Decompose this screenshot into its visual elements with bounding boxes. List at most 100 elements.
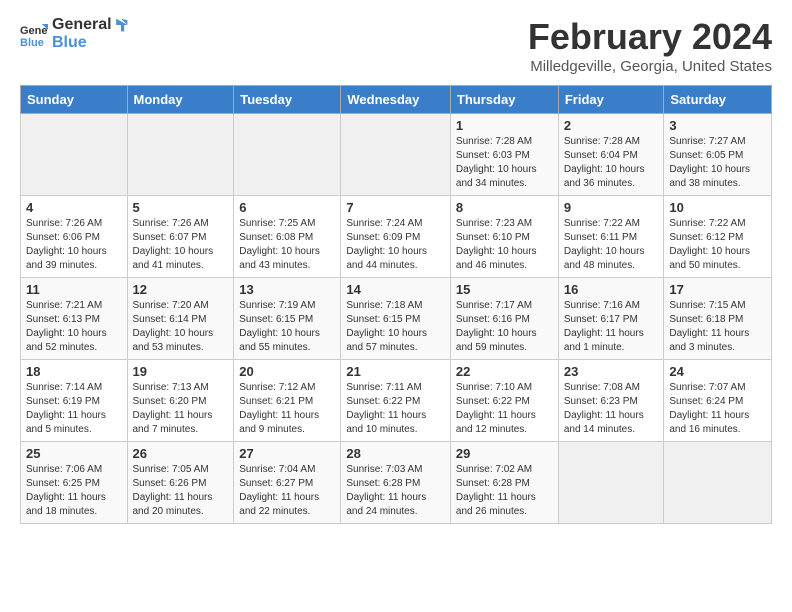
logo: General Blue General Blue (20, 16, 129, 51)
main-title: February 2024 (528, 16, 772, 58)
logo-icon: General Blue (20, 20, 48, 48)
day-info: Sunrise: 7:23 AM Sunset: 6:10 PM Dayligh… (456, 217, 553, 273)
calendar-cell: 13 Sunrise: 7:19 AM Sunset: 6:15 PM Dayli… (234, 278, 341, 360)
day-info: Sunrise: 7:26 AM Sunset: 6:07 PM Dayligh… (133, 217, 229, 273)
day-number: 10 (669, 200, 766, 215)
day-info: Sunrise: 7:21 AM Sunset: 6:13 PM Dayligh… (26, 299, 122, 355)
header: General Blue General Blue February 2024 … (20, 16, 772, 75)
day-number: 8 (456, 200, 553, 215)
logo-blue: Blue (52, 34, 129, 52)
day-info: Sunrise: 7:19 AM Sunset: 6:15 PM Dayligh… (239, 299, 335, 355)
day-header-wednesday: Wednesday (341, 86, 451, 114)
day-number: 3 (669, 118, 766, 133)
calendar-cell (664, 442, 772, 524)
calendar-cell: 1 Sunrise: 7:28 AM Sunset: 6:03 PM Daylig… (450, 114, 558, 196)
day-number: 28 (346, 446, 445, 461)
day-number: 9 (564, 200, 659, 215)
subtitle: Milledgeville, Georgia, United States (528, 58, 772, 75)
day-info: Sunrise: 7:28 AM Sunset: 6:04 PM Dayligh… (564, 135, 659, 191)
day-header-friday: Friday (558, 86, 664, 114)
calendar-cell: 17Sunrise: 7:15 AM Sunset: 6:18 PM Dayli… (664, 278, 772, 360)
calendar-cell: 9 Sunrise: 7:22 AM Sunset: 6:11 PM Daylig… (558, 196, 664, 278)
day-info: Sunrise: 7:02 AM Sunset: 6:28 PM Dayligh… (456, 463, 553, 519)
svg-text:General: General (20, 25, 48, 37)
day-number: 2 (564, 118, 659, 133)
day-number: 5 (133, 200, 229, 215)
day-info: Sunrise: 7:04 AM Sunset: 6:27 PM Dayligh… (239, 463, 335, 519)
calendar-cell: 11 Sunrise: 7:21 AM Sunset: 6:13 PM Dayli… (21, 278, 128, 360)
calendar-cell: 18 Sunrise: 7:14 AM Sunset: 6:19 PM Dayli… (21, 360, 128, 442)
calendar-cell: 16 Sunrise: 7:16 AM Sunset: 6:17 PM Dayli… (558, 278, 664, 360)
calendar-cell: 25 Sunrise: 7:06 AM Sunset: 6:25 PM Dayli… (21, 442, 128, 524)
day-info: Sunrise: 7:15 AM Sunset: 6:18 PM Dayligh… (669, 299, 766, 355)
day-info: Sunrise: 7:05 AM Sunset: 6:26 PM Dayligh… (133, 463, 229, 519)
day-number: 29 (456, 446, 553, 461)
day-number: 12 (133, 282, 229, 297)
calendar-cell (127, 114, 234, 196)
day-info: Sunrise: 7:11 AM Sunset: 6:22 PM Dayligh… (346, 381, 445, 437)
day-number: 1 (456, 118, 553, 133)
day-info: Sunrise: 7:07 AM Sunset: 6:24 PM Dayligh… (669, 381, 766, 437)
day-number: 7 (346, 200, 445, 215)
day-info: Sunrise: 7:17 AM Sunset: 6:16 PM Dayligh… (456, 299, 553, 355)
calendar-cell: 26 Sunrise: 7:05 AM Sunset: 6:26 PM Dayli… (127, 442, 234, 524)
day-header-saturday: Saturday (664, 86, 772, 114)
day-info: Sunrise: 7:14 AM Sunset: 6:19 PM Dayligh… (26, 381, 122, 437)
day-header-sunday: Sunday (21, 86, 128, 114)
day-number: 26 (133, 446, 229, 461)
calendar-cell: 15 Sunrise: 7:17 AM Sunset: 6:16 PM Dayli… (450, 278, 558, 360)
day-number: 13 (239, 282, 335, 297)
day-number: 21 (346, 364, 445, 379)
day-info: Sunrise: 7:24 AM Sunset: 6:09 PM Dayligh… (346, 217, 445, 273)
svg-text:Blue: Blue (20, 37, 44, 48)
day-info: Sunrise: 7:03 AM Sunset: 6:28 PM Dayligh… (346, 463, 445, 519)
day-number: 22 (456, 364, 553, 379)
day-number: 27 (239, 446, 335, 461)
calendar-cell: 7 Sunrise: 7:24 AM Sunset: 6:09 PM Daylig… (341, 196, 451, 278)
day-number: 4 (26, 200, 122, 215)
day-number: 24 (669, 364, 766, 379)
calendar-cell: 10Sunrise: 7:22 AM Sunset: 6:12 PM Dayli… (664, 196, 772, 278)
day-number: 6 (239, 200, 335, 215)
calendar-cell: 20Sunrise: 7:12 AM Sunset: 6:21 PM Dayli… (234, 360, 341, 442)
day-number: 18 (26, 364, 122, 379)
day-header-tuesday: Tuesday (234, 86, 341, 114)
calendar-cell: 29 Sunrise: 7:02 AM Sunset: 6:28 PM Dayli… (450, 442, 558, 524)
calendar-cell: 4 Sunrise: 7:26 AM Sunset: 6:06 PM Daylig… (21, 196, 128, 278)
day-info: Sunrise: 7:13 AM Sunset: 6:20 PM Dayligh… (133, 381, 229, 437)
calendar-cell: 21 Sunrise: 7:11 AM Sunset: 6:22 PM Dayli… (341, 360, 451, 442)
day-number: 19 (133, 364, 229, 379)
calendar-cell: 24 Sunrise: 7:07 AM Sunset: 6:24 PM Dayli… (664, 360, 772, 442)
day-info: Sunrise: 7:28 AM Sunset: 6:03 PM Dayligh… (456, 135, 553, 191)
day-info: Sunrise: 7:18 AM Sunset: 6:15 PM Dayligh… (346, 299, 445, 355)
day-info: Sunrise: 7:22 AM Sunset: 6:11 PM Dayligh… (564, 217, 659, 273)
calendar-cell (341, 114, 451, 196)
day-header-thursday: Thursday (450, 86, 558, 114)
day-number: 25 (26, 446, 122, 461)
day-number: 11 (26, 282, 122, 297)
calendar-cell: 27 Sunrise: 7:04 AM Sunset: 6:27 PM Dayli… (234, 442, 341, 524)
day-info: Sunrise: 7:26 AM Sunset: 6:06 PM Dayligh… (26, 217, 122, 273)
title-area: February 2024 Milledgeville, Georgia, Un… (528, 16, 772, 75)
day-info: Sunrise: 7:08 AM Sunset: 6:23 PM Dayligh… (564, 381, 659, 437)
logo-general: General (52, 16, 112, 33)
logo-arrow-icon (113, 17, 129, 33)
calendar-cell: 22Sunrise: 7:10 AM Sunset: 6:22 PM Dayli… (450, 360, 558, 442)
calendar-cell: 5 Sunrise: 7:26 AM Sunset: 6:07 PM Daylig… (127, 196, 234, 278)
calendar-cell: 28 Sunrise: 7:03 AM Sunset: 6:28 PM Dayli… (341, 442, 451, 524)
calendar-cell: 8 Sunrise: 7:23 AM Sunset: 6:10 PM Daylig… (450, 196, 558, 278)
calendar-cell: 19 Sunrise: 7:13 AM Sunset: 6:20 PM Dayli… (127, 360, 234, 442)
day-info: Sunrise: 7:25 AM Sunset: 6:08 PM Dayligh… (239, 217, 335, 273)
day-number: 20 (239, 364, 335, 379)
day-info: Sunrise: 7:16 AM Sunset: 6:17 PM Dayligh… (564, 299, 659, 355)
calendar-cell: 3Sunrise: 7:27 AM Sunset: 6:05 PM Daylig… (664, 114, 772, 196)
calendar-cell: 2 Sunrise: 7:28 AM Sunset: 6:04 PM Daylig… (558, 114, 664, 196)
calendar-cell: 14Sunrise: 7:18 AM Sunset: 6:15 PM Dayli… (341, 278, 451, 360)
calendar-cell (234, 114, 341, 196)
calendar-table: SundayMondayTuesdayWednesdayThursdayFrid… (20, 85, 772, 524)
day-number: 15 (456, 282, 553, 297)
calendar-cell: 12Sunrise: 7:20 AM Sunset: 6:14 PM Dayli… (127, 278, 234, 360)
day-header-monday: Monday (127, 86, 234, 114)
day-info: Sunrise: 7:06 AM Sunset: 6:25 PM Dayligh… (26, 463, 122, 519)
day-number: 16 (564, 282, 659, 297)
